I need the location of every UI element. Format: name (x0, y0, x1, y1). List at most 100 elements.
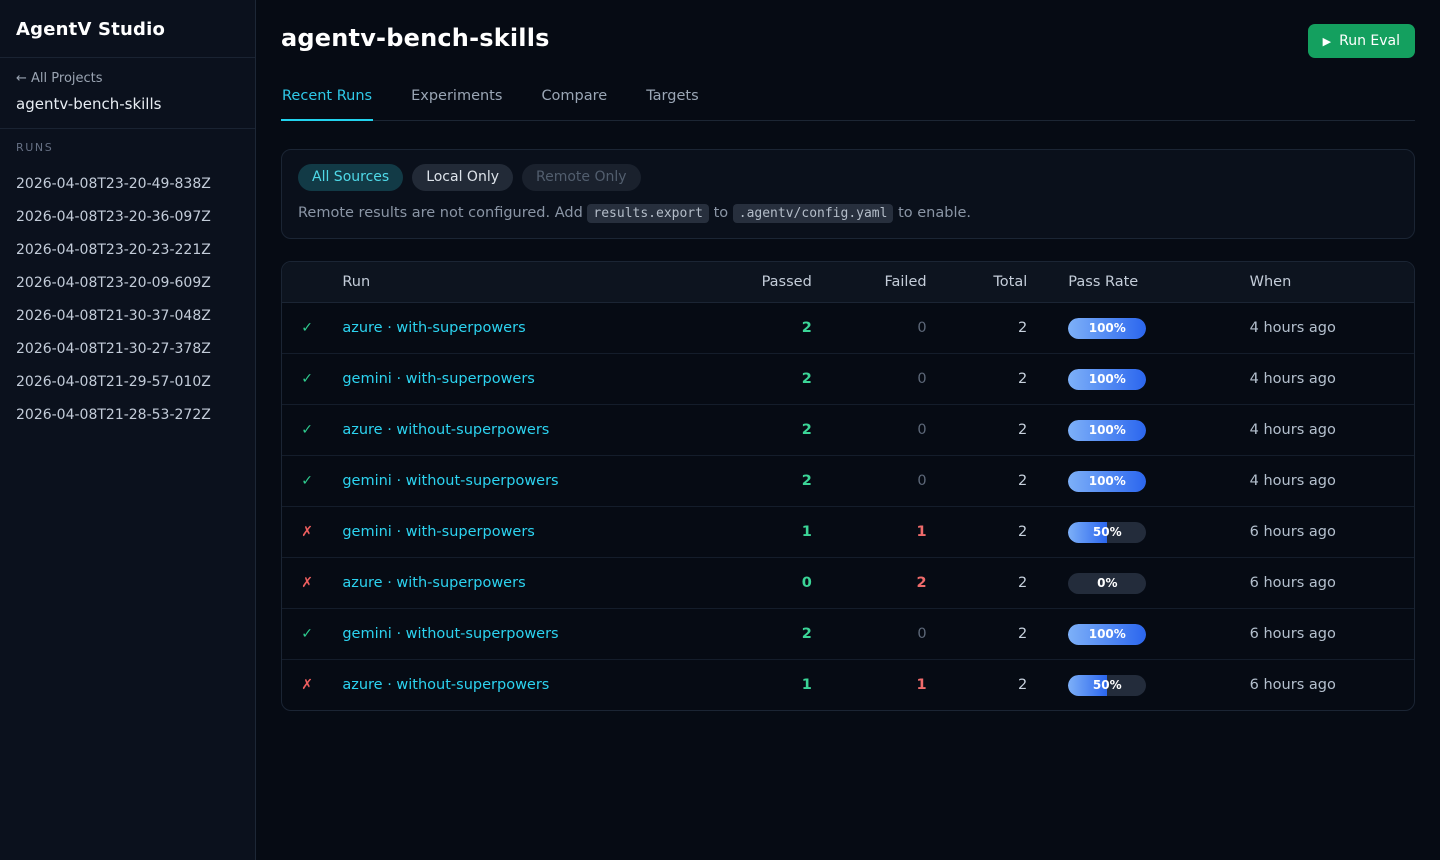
status-cell: ✗ (282, 558, 332, 609)
x-icon: ✗ (301, 677, 313, 693)
runs-section-label: RUNS (0, 141, 255, 154)
passed-count: 2 (703, 405, 822, 456)
chip-all-sources[interactable]: All Sources (298, 164, 403, 191)
play-icon: ▶ (1323, 36, 1331, 47)
column-header-failed: Failed (822, 262, 937, 303)
table-row: ✓gemini · without-superpowers202100%6 ho… (282, 609, 1414, 660)
failed-count: 0 (822, 405, 937, 456)
main-header: agentv-bench-skills ▶ Run Eval (281, 0, 1415, 58)
run-cell: azure · without-superpowers (332, 405, 703, 456)
sidebar-run-item[interactable]: 2026-04-08T23-20-36-097Z (0, 200, 255, 233)
pass-rate-label: 100% (1068, 318, 1146, 339)
run-cell: gemini · without-superpowers (332, 456, 703, 507)
pass-rate-label: 50% (1068, 675, 1146, 696)
column-header-passed: Passed (703, 262, 822, 303)
pass-rate-cell: 100% (1037, 609, 1232, 660)
pass-rate-label: 50% (1068, 522, 1146, 543)
remote-notice-text: Remote results are not configured. Add (298, 205, 587, 221)
passed-count: 2 (703, 456, 822, 507)
column-header-run: Run (332, 262, 703, 303)
table-header-row: RunPassedFailedTotalPass RateWhen (282, 262, 1414, 303)
when-cell: 6 hours ago (1233, 507, 1414, 558)
when-cell: 4 hours ago (1233, 354, 1414, 405)
run-cell: azure · with-superpowers (332, 303, 703, 354)
status-cell: ✓ (282, 405, 332, 456)
pass-rate-cell: 50% (1037, 507, 1232, 558)
run-cell: azure · with-superpowers (332, 558, 703, 609)
check-icon: ✓ (301, 320, 313, 336)
when-cell: 6 hours ago (1233, 558, 1414, 609)
x-icon: ✗ (301, 524, 313, 540)
run-link[interactable]: gemini · with-superpowers (342, 371, 535, 387)
column-header-total: Total (937, 262, 1038, 303)
chip-local-only[interactable]: Local Only (412, 164, 513, 191)
pass-rate-label: 100% (1068, 471, 1146, 492)
run-link[interactable]: gemini · with-superpowers (342, 524, 535, 540)
all-projects-link[interactable]: ← All Projects (16, 71, 239, 86)
run-link[interactable]: azure · with-superpowers (342, 575, 525, 591)
sidebar-run-item[interactable]: 2026-04-08T21-30-37-048Z (0, 299, 255, 332)
total-count: 2 (937, 456, 1038, 507)
status-cell: ✗ (282, 660, 332, 711)
sidebar-run-item[interactable]: 2026-04-08T23-20-09-609Z (0, 266, 255, 299)
tab-bar: Recent Runs Experiments Compare Targets (281, 88, 1415, 121)
failed-count: 0 (822, 609, 937, 660)
run-link[interactable]: gemini · without-superpowers (342, 626, 558, 642)
code-config-yaml: .agentv/config.yaml (733, 204, 894, 223)
run-link[interactable]: gemini · without-superpowers (342, 473, 558, 489)
run-cell: gemini · with-superpowers (332, 507, 703, 558)
tab-compare[interactable]: Compare (540, 88, 608, 121)
source-filter-chips: All SourcesLocal OnlyRemote Only (298, 164, 1398, 191)
total-count: 2 (937, 660, 1038, 711)
passed-count: 2 (703, 303, 822, 354)
table-row: ✗azure · without-superpowers11250%6 hour… (282, 660, 1414, 711)
total-count: 2 (937, 354, 1038, 405)
run-link[interactable]: azure · with-superpowers (342, 320, 525, 336)
failed-count: 1 (822, 660, 937, 711)
tab-recent-runs[interactable]: Recent Runs (281, 88, 373, 121)
pass-rate-cell: 50% (1037, 660, 1232, 711)
tab-experiments[interactable]: Experiments (410, 88, 503, 121)
pass-rate-pill: 100% (1068, 369, 1146, 390)
app-title: AgentV Studio (0, 0, 255, 58)
failed-count: 0 (822, 456, 937, 507)
status-cell: ✓ (282, 609, 332, 660)
source-filter-card: All SourcesLocal OnlyRemote Only Remote … (281, 149, 1415, 239)
remote-notice-text: to (709, 205, 733, 221)
run-eval-button[interactable]: ▶ Run Eval (1308, 24, 1415, 58)
pass-rate-pill: 50% (1068, 675, 1146, 696)
x-icon: ✗ (301, 575, 313, 591)
page-title: agentv-bench-skills (281, 24, 550, 52)
runs-table: RunPassedFailedTotalPass RateWhen ✓ azure… (282, 262, 1414, 710)
passed-count: 0 (703, 558, 822, 609)
sidebar-run-item[interactable]: 2026-04-08T23-20-49-838Z (0, 167, 255, 200)
pass-rate-pill: 100% (1068, 471, 1146, 492)
table-row: ✓azure · without-superpowers202100%4 hou… (282, 405, 1414, 456)
pass-rate-cell: 100% (1037, 354, 1232, 405)
total-count: 2 (937, 303, 1038, 354)
sidebar-run-item[interactable]: 2026-04-08T21-28-53-272Z (0, 398, 255, 431)
check-icon: ✓ (301, 422, 313, 438)
failed-count: 2 (822, 558, 937, 609)
run-link[interactable]: azure · without-superpowers (342, 677, 549, 693)
pass-rate-pill: 50% (1068, 522, 1146, 543)
column-header-status (282, 262, 332, 303)
tab-targets[interactable]: Targets (645, 88, 699, 121)
sidebar-run-item[interactable]: 2026-04-08T23-20-23-221Z (0, 233, 255, 266)
sidebar-run-item[interactable]: 2026-04-08T21-30-27-378Z (0, 332, 255, 365)
runs-table-card: RunPassedFailedTotalPass RateWhen ✓ azure… (281, 261, 1415, 711)
run-link[interactable]: azure · without-superpowers (342, 422, 549, 438)
pass-rate-pill: 100% (1068, 624, 1146, 645)
status-cell: ✓ (282, 456, 332, 507)
failed-count: 0 (822, 354, 937, 405)
when-cell: 4 hours ago (1233, 456, 1414, 507)
when-cell: 4 hours ago (1233, 405, 1414, 456)
table-row: ✗gemini · with-superpowers11250%6 hours … (282, 507, 1414, 558)
table-body: ✓azure · with-superpowers202100%4 hours … (282, 303, 1414, 711)
pass-rate-label: 0% (1068, 573, 1146, 594)
status-cell: ✓ (282, 354, 332, 405)
run-cell: gemini · with-superpowers (332, 354, 703, 405)
sidebar-run-item[interactable]: 2026-04-08T21-29-57-010Z (0, 365, 255, 398)
passed-count: 1 (703, 660, 822, 711)
run-cell: gemini · without-superpowers (332, 609, 703, 660)
